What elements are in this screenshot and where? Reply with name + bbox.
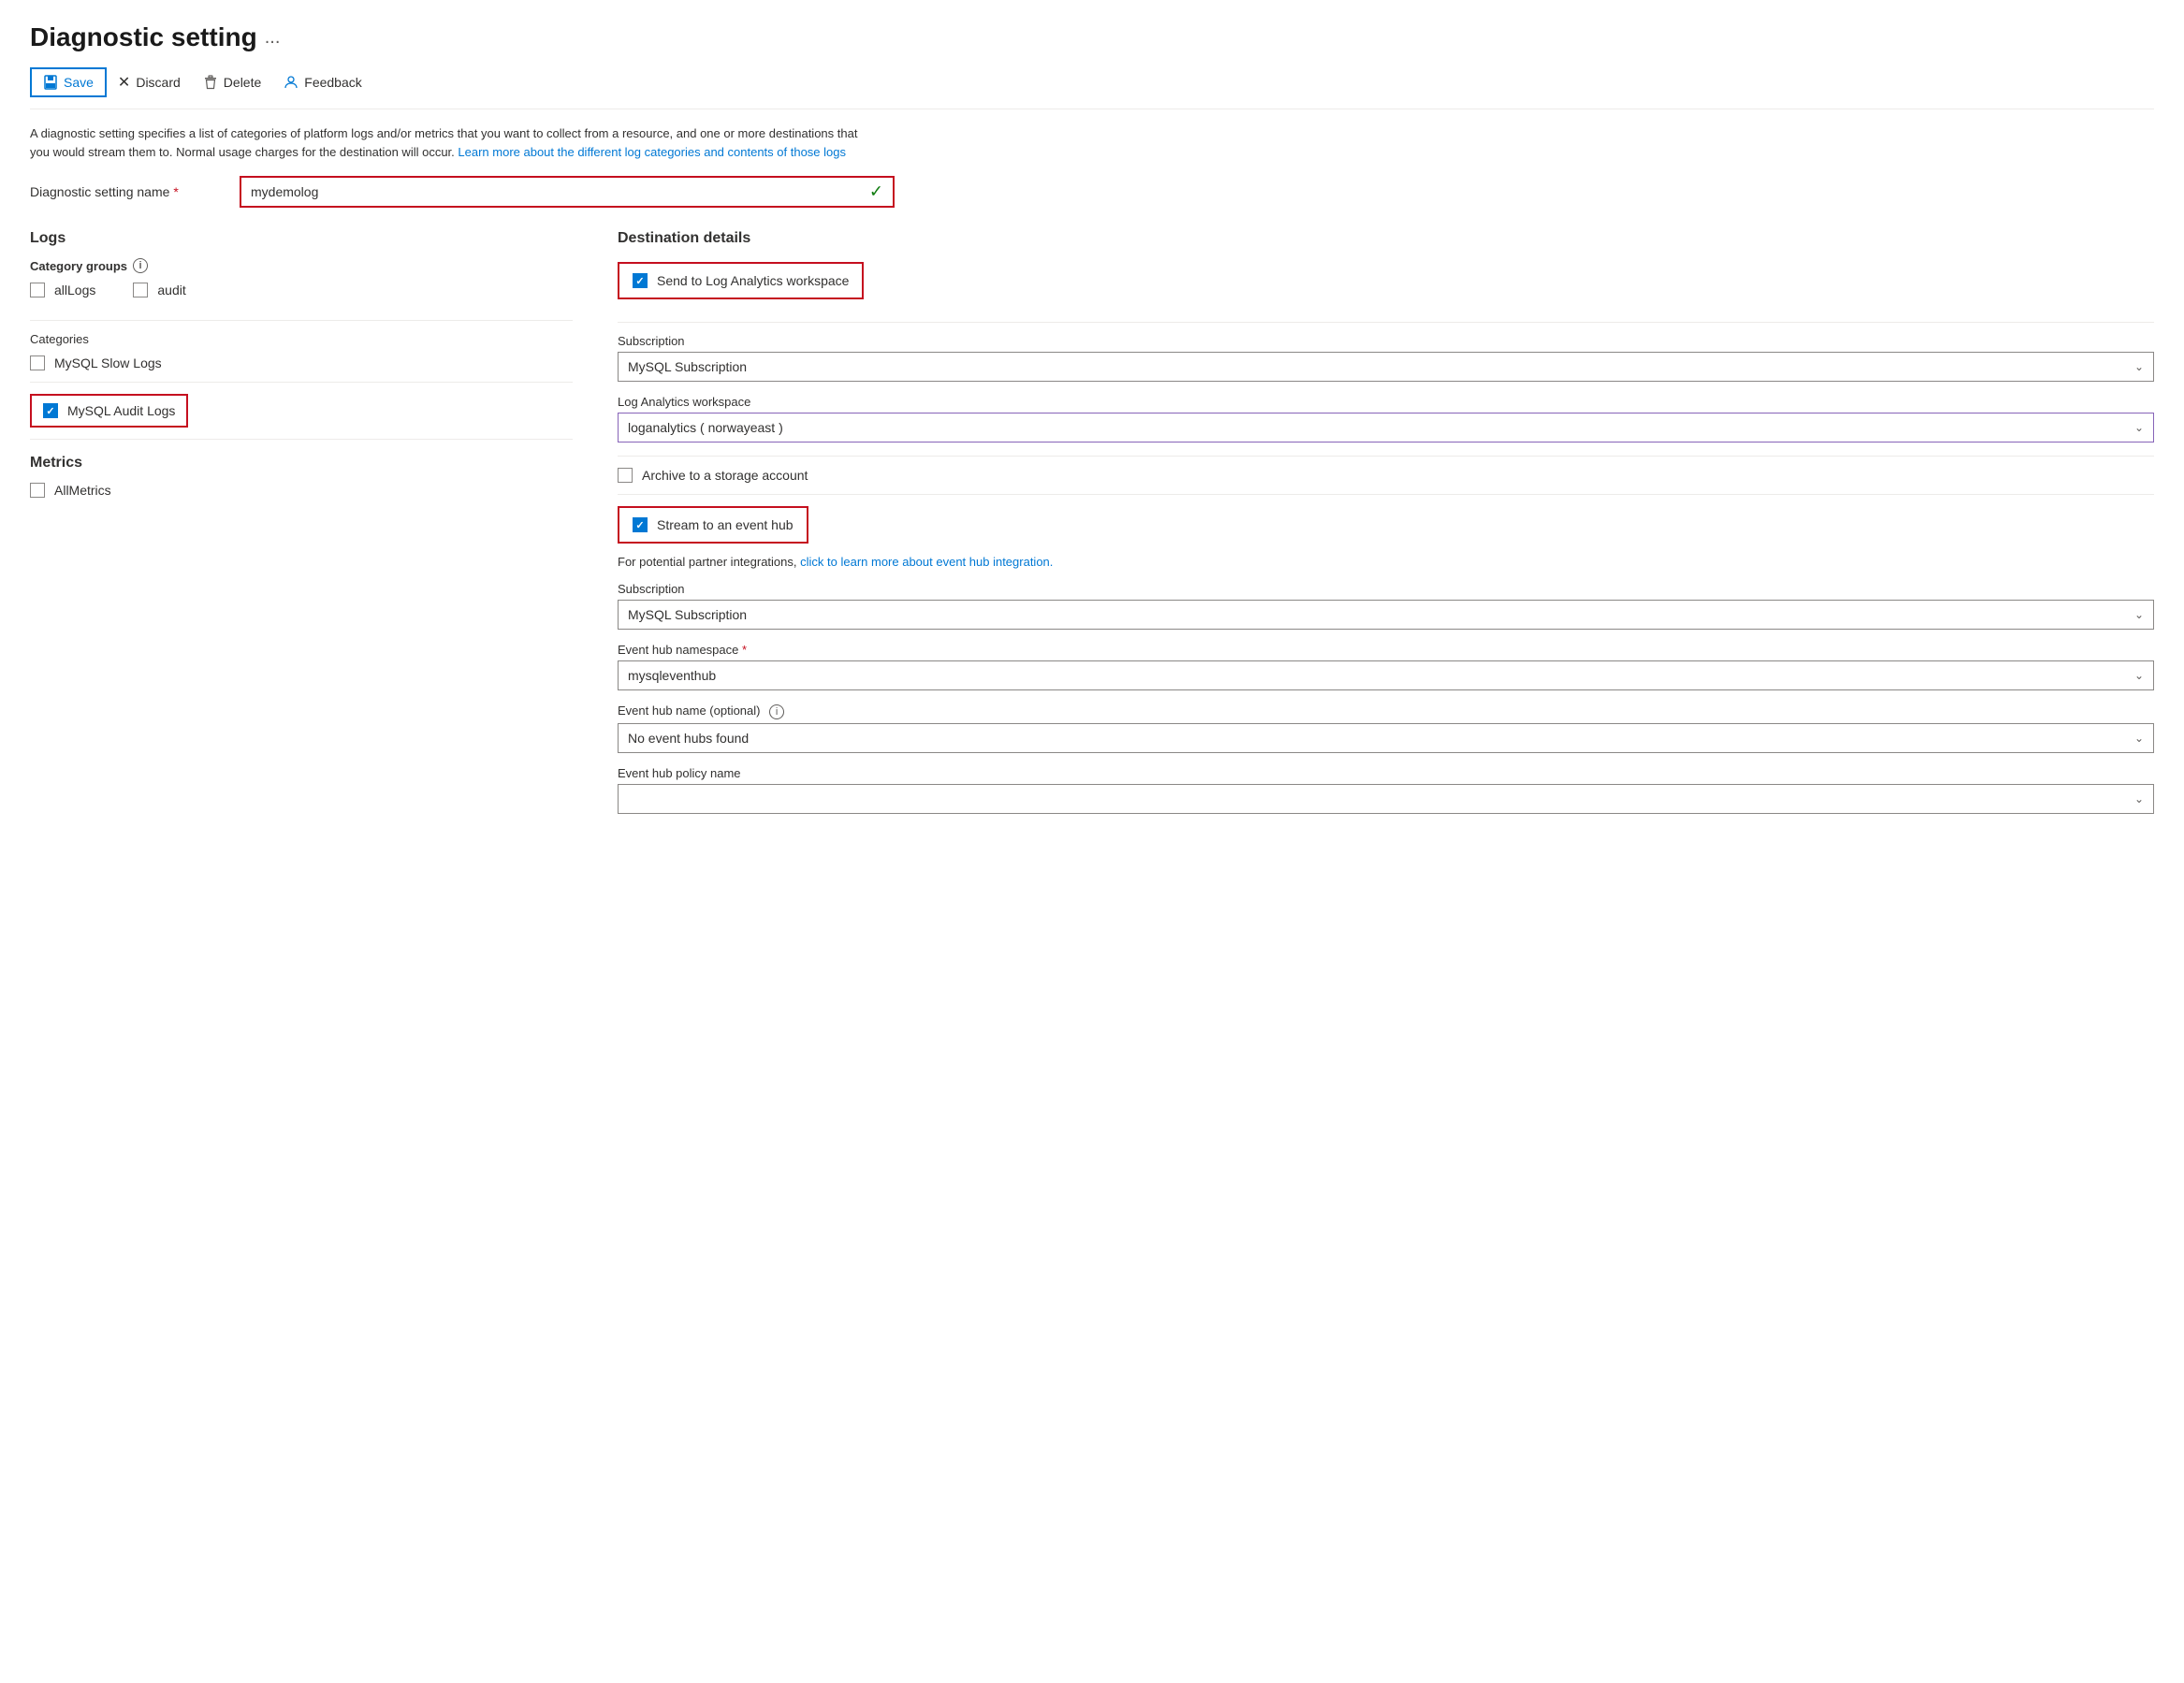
send-to-log-analytics-checkbox[interactable] [633, 273, 648, 288]
event-hub-namespace-group: Event hub namespace * mysqleventhub ⌄ [618, 643, 2154, 690]
event-hub-subscription-select[interactable]: MySQL Subscription [619, 601, 2153, 629]
main-columns: Logs Category groups i allLogs audit Cat… [30, 230, 2154, 827]
mysql-slow-logs-row: MySQL Slow Logs [30, 355, 573, 370]
title-row: Diagnostic setting ... [30, 22, 2154, 52]
toolbar: Save ✕ Discard Delete Feedback [30, 67, 2154, 109]
logs-section-title: Logs [30, 230, 573, 247]
archive-storage-checkbox[interactable] [618, 468, 633, 483]
metrics-section-title: Metrics [30, 455, 573, 472]
all-metrics-checkbox[interactable] [30, 483, 45, 498]
event-hub-subscription-group: Subscription MySQL Subscription ⌄ [618, 582, 2154, 630]
feedback-label: Feedback [304, 75, 361, 90]
event-hub-namespace-select[interactable]: mysqleventhub [619, 661, 2153, 689]
mysql-audit-logs-highlighted: MySQL Audit Logs [30, 394, 188, 428]
destination-title: Destination details [618, 230, 2154, 247]
save-label: Save [64, 75, 94, 90]
event-hub-policy-select[interactable] [619, 785, 2153, 813]
audit-checkbox[interactable] [133, 283, 148, 297]
event-hub-name-select[interactable]: No event hubs found [619, 724, 2153, 752]
category-groups-info-icon[interactable]: i [133, 258, 148, 273]
subscription-select[interactable]: MySQL Subscription [619, 353, 2153, 381]
event-hub-policy-group: Event hub policy name ⌄ [618, 766, 2154, 814]
log-analytics-divider [618, 322, 2154, 323]
feedback-button[interactable]: Feedback [272, 69, 372, 95]
subscription-select-wrap: MySQL Subscription ⌄ [618, 352, 2154, 382]
archive-storage-label[interactable]: Archive to a storage account [642, 468, 808, 483]
audit-divider [30, 439, 573, 440]
event-hub-namespace-select-wrap: mysqleventhub ⌄ [618, 660, 2154, 690]
event-hub-policy-label: Event hub policy name [618, 766, 2154, 780]
storage-divider [618, 494, 2154, 495]
send-to-log-analytics-section: Send to Log Analytics workspace [618, 262, 864, 299]
description-text: A diagnostic setting specifies a list of… [30, 124, 872, 161]
partner-text: For potential partner integrations, clic… [618, 555, 2154, 569]
ellipsis-menu[interactable]: ... [265, 27, 281, 49]
save-button[interactable]: Save [30, 67, 107, 97]
setting-name-label: Diagnostic setting name * [30, 184, 217, 199]
setting-name-input[interactable] [241, 178, 893, 206]
categories-divider [30, 382, 573, 383]
delete-icon [203, 75, 218, 90]
all-metrics-row: AllMetrics [30, 483, 573, 498]
all-logs-row: allLogs [30, 283, 95, 297]
page-title: Diagnostic setting [30, 22, 257, 52]
mysql-slow-logs-label[interactable]: MySQL Slow Logs [54, 355, 162, 370]
setting-name-input-wrap: ✓ [240, 176, 895, 208]
setting-name-row: Diagnostic setting name * ✓ [30, 176, 2154, 208]
stream-event-hub-label[interactable]: Stream to an event hub [657, 517, 794, 532]
metrics-section: Metrics AllMetrics [30, 455, 573, 498]
subscription-group: Subscription MySQL Subscription ⌄ [618, 334, 2154, 382]
event-hub-name-info-icon[interactable]: i [769, 704, 784, 719]
save-icon [43, 75, 58, 90]
event-hub-policy-select-wrap: ⌄ [618, 784, 2154, 814]
partner-link[interactable]: click to learn more about event hub inte… [800, 555, 1053, 569]
log-analytics-workspace-select[interactable]: loganalytics ( norwayeast ) [619, 413, 2153, 442]
subscription-label: Subscription [618, 334, 2154, 348]
left-column: Logs Category groups i allLogs audit Cat… [30, 230, 573, 827]
log-analytics-workspace-group: Log Analytics workspace loganalytics ( n… [618, 395, 2154, 443]
all-logs-label[interactable]: allLogs [54, 283, 95, 297]
category-groups-checkboxes: allLogs audit [30, 283, 573, 305]
send-to-log-analytics-label[interactable]: Send to Log Analytics workspace [657, 273, 849, 288]
event-hub-subscription-label: Subscription [618, 582, 2154, 596]
discard-label: Discard [136, 75, 180, 90]
learn-more-link[interactable]: Learn more about the different log categ… [458, 145, 846, 159]
mysql-audit-logs-label[interactable]: MySQL Audit Logs [67, 403, 175, 418]
feedback-icon [284, 75, 298, 90]
all-metrics-label[interactable]: AllMetrics [54, 483, 111, 498]
all-logs-checkbox[interactable] [30, 283, 45, 297]
event-hub-name-group: Event hub name (optional) i No event hub… [618, 704, 2154, 753]
log-analytics-workspace-select-wrap: loganalytics ( norwayeast ) ⌄ [618, 413, 2154, 443]
discard-icon: ✕ [118, 73, 130, 92]
delete-label: Delete [224, 75, 261, 90]
mysql-audit-logs-checkbox[interactable] [43, 403, 58, 418]
audit-row: audit [133, 283, 185, 297]
event-hub-name-select-wrap: No event hubs found ⌄ [618, 723, 2154, 753]
event-hub-name-label: Event hub name (optional) i [618, 704, 2154, 719]
discard-button[interactable]: ✕ Discard [107, 67, 192, 97]
archive-storage-row: Archive to a storage account [618, 468, 2154, 483]
log-analytics-workspace-label: Log Analytics workspace [618, 395, 2154, 409]
event-hub-namespace-label: Event hub namespace * [618, 643, 2154, 657]
right-column: Destination details Send to Log Analytic… [618, 230, 2154, 827]
audit-label[interactable]: audit [157, 283, 185, 297]
event-hub-subscription-select-wrap: MySQL Subscription ⌄ [618, 600, 2154, 630]
workspace-divider [618, 456, 2154, 457]
logs-divider [30, 320, 573, 321]
stream-event-hub-section: Stream to an event hub [618, 506, 808, 544]
delete-button[interactable]: Delete [192, 69, 272, 95]
checkmark-icon: ✓ [869, 182, 883, 202]
mysql-slow-logs-checkbox[interactable] [30, 355, 45, 370]
stream-event-hub-checkbox[interactable] [633, 517, 648, 532]
category-groups-subsection: Category groups i [30, 258, 573, 273]
categories-label: Categories [30, 332, 573, 346]
